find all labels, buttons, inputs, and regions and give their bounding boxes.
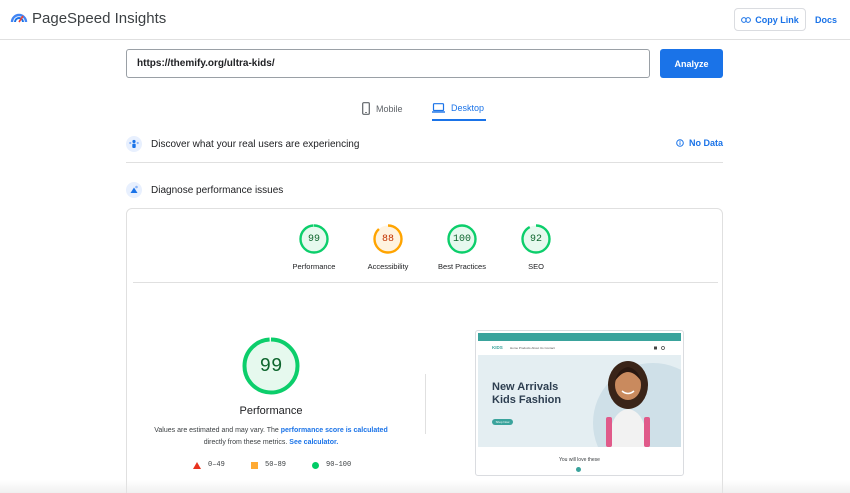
- tab-desktop-label: Desktop: [451, 102, 485, 113]
- triangle-icon: [193, 461, 201, 469]
- vertical-divider: [425, 374, 426, 434]
- no-data-status[interactable]: No Data: [676, 138, 723, 148]
- url-input[interactable]: https://themify.org/ultra-kids/: [126, 49, 650, 78]
- cart-icon: [654, 346, 665, 350]
- info-icon: [676, 139, 684, 147]
- tab-mobile[interactable]: Mobile: [362, 96, 403, 121]
- seo-score: 92: [529, 233, 542, 245]
- seo-label: SEO: [528, 262, 544, 271]
- section-divider: [126, 162, 723, 163]
- pagespeed-logo-icon: [10, 13, 28, 23]
- performance-big-title: Performance: [239, 405, 303, 417]
- legend-fail: 0–49: [193, 461, 225, 469]
- best-practices-score: 100: [452, 233, 471, 245]
- analyze-button[interactable]: Analyze: [660, 49, 723, 78]
- tab-mobile-label: Mobile: [376, 103, 403, 114]
- best-practices-gauge[interactable]: 100: [446, 223, 478, 255]
- copy-link-label: Copy Link: [755, 14, 799, 25]
- legend-average-range: 50–89: [265, 461, 287, 469]
- thumb-topbar: [478, 333, 681, 341]
- mobile-icon: [362, 102, 370, 115]
- seo-gauge[interactable]: 92: [520, 223, 552, 255]
- thumb-hero-title: New Arrivals Kids Fashion: [492, 381, 561, 407]
- card-divider: [133, 282, 718, 283]
- see-calculator-link[interactable]: See calculator.: [289, 439, 338, 446]
- page-screenshot: KIDS Home Products About Us Contact New …: [475, 330, 684, 476]
- performance-gauge[interactable]: 99: [298, 223, 330, 255]
- desktop-icon: [432, 102, 445, 113]
- no-data-label: No Data: [688, 138, 723, 148]
- field-data-title: Discover what your real users are experi…: [151, 138, 360, 150]
- accessibility-score: 88: [381, 233, 394, 245]
- thumb-nav: KIDS Home Products About Us Contact: [478, 341, 681, 354]
- girl-photo-icon: [606, 361, 650, 447]
- performance-score: 99: [307, 233, 320, 245]
- legend-pass-range: 90–100: [326, 461, 352, 469]
- performance-big-gauge: 99: [241, 336, 301, 396]
- legend-average: 50–89: [251, 461, 286, 469]
- header: PageSpeed Insights Copy Link Docs: [0, 0, 850, 40]
- note-prefix: Values are estimated and may vary. The: [154, 427, 279, 434]
- diagnose-section: Diagnose performance issues: [126, 181, 723, 199]
- docs-link[interactable]: Docs: [815, 15, 837, 25]
- copy-link-button[interactable]: Copy Link: [734, 8, 806, 31]
- legend-fail-range: 0–49: [208, 461, 225, 469]
- tab-desktop[interactable]: Desktop: [432, 96, 487, 121]
- scores-card: 99 Performance 88 Accessibility 100 Best…: [126, 208, 723, 493]
- accessibility-gauge[interactable]: 88: [372, 223, 404, 255]
- thumb-hero-line2: Kids Fashion: [492, 394, 562, 406]
- score-calculated-link[interactable]: performance score is calculated: [281, 427, 388, 434]
- thumb-hero-line1: New Arrivals: [492, 381, 559, 393]
- performance-big-score: 99: [259, 355, 283, 377]
- square-icon: [251, 461, 258, 469]
- thumb-logo: KIDS: [492, 345, 503, 350]
- performance-note: Values are estimated and may vary. The p…: [147, 425, 395, 449]
- thumb-dot: [576, 467, 581, 472]
- circle-icon: [312, 461, 319, 469]
- diagnose-title: Diagnose performance issues: [151, 184, 284, 196]
- brand-title: PageSpeed Insights: [32, 10, 167, 27]
- thumb-shop-button: Shop Now: [492, 419, 513, 425]
- field-data-section: Discover what your real users are experi…: [126, 135, 723, 153]
- thumb-section-title: You will love these: [559, 457, 600, 463]
- note-middle: directly from these metrics.: [203, 439, 288, 446]
- lab-icon: [126, 182, 142, 198]
- link-icon: [741, 16, 752, 23]
- thumb-menu: Home Products About Us Contact: [510, 346, 555, 350]
- bottom-fade: [0, 480, 850, 493]
- thumb-hero: New Arrivals Kids Fashion Shop Now: [478, 355, 681, 447]
- legend-pass: 90–100: [312, 461, 351, 469]
- users-icon: [126, 136, 142, 152]
